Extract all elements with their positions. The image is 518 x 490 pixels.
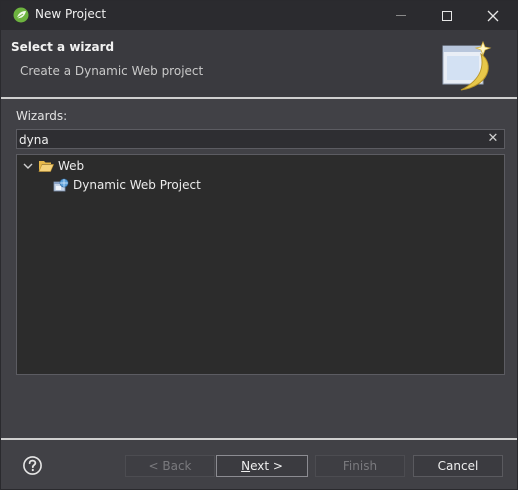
window-title: New Project: [35, 7, 107, 21]
tree-item-web[interactable]: Web: [21, 157, 84, 175]
tree-item-label: Web: [58, 159, 85, 173]
wizard-tree[interactable]: Web Dynamic Web Project: [16, 154, 505, 375]
footer-divider: [1, 438, 517, 440]
cancel-button[interactable]: Cancel: [413, 455, 503, 477]
title-bar[interactable]: New Project: [1, 1, 517, 30]
close-button[interactable]: [471, 1, 515, 30]
header-divider: [1, 97, 517, 99]
web-project-icon: [53, 178, 69, 192]
spring-leaf-icon: [13, 7, 29, 23]
wizard-banner-icon: [442, 40, 492, 91]
page-description: Create a Dynamic Web project: [20, 64, 204, 78]
back-button[interactable]: < Back: [125, 455, 215, 477]
minimize-icon: [396, 15, 406, 16]
maximize-button[interactable]: [425, 1, 469, 30]
page-title: Select a wizard: [11, 40, 115, 54]
new-project-dialog: New Project Select a wizard Create a Dyn…: [0, 0, 518, 490]
finish-button[interactable]: Finish: [315, 455, 405, 477]
minimize-button[interactable]: [379, 1, 423, 30]
next-button[interactable]: Next >: [216, 455, 308, 477]
clear-icon[interactable]: ✕: [486, 131, 500, 147]
chevron-down-icon[interactable]: [21, 159, 35, 173]
tree-item-dynamic-web-project[interactable]: Dynamic Web Project: [53, 176, 201, 194]
help-icon[interactable]: [23, 456, 42, 475]
wizard-filter: ✕: [16, 129, 505, 149]
tree-item-label: Dynamic Web Project: [73, 178, 201, 192]
wizard-header: Select a wizard Create a Dynamic Web pro…: [1, 30, 517, 97]
next-button-label: ext >: [250, 459, 283, 473]
folder-open-icon: [38, 161, 54, 172]
close-icon: [487, 10, 499, 21]
maximize-icon: [442, 10, 452, 21]
wizard-filter-input[interactable]: [19, 131, 479, 148]
wizards-label: Wizards:: [16, 109, 68, 123]
next-button-mnemonic: N: [241, 459, 251, 473]
